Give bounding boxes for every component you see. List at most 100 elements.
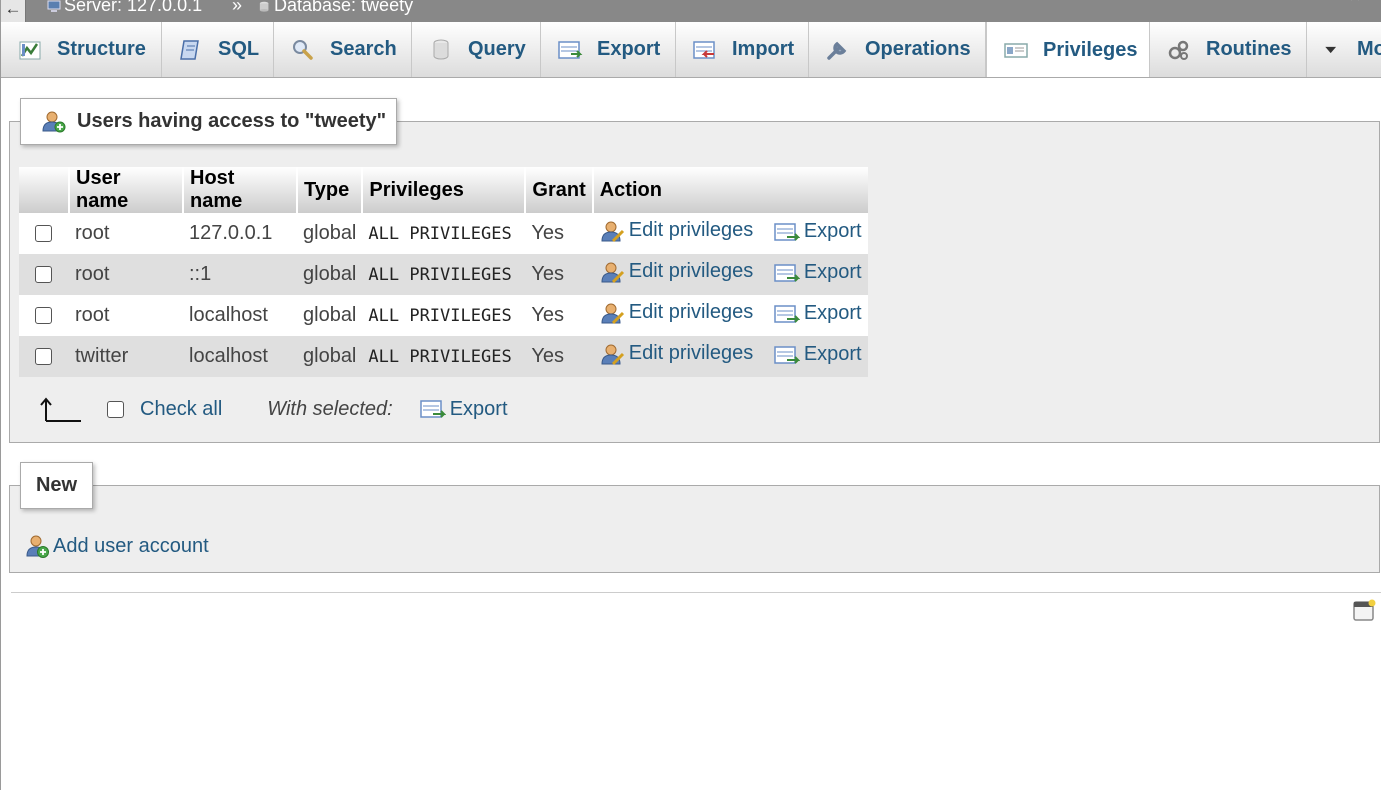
tab-operations[interactable]: Operations <box>809 22 986 77</box>
privileges-cell: ALL PRIVILEGES <box>362 336 526 377</box>
row-checkbox[interactable] <box>35 307 52 325</box>
breadcrumb-server-label: Server: 127.0.0.1 <box>64 0 203 15</box>
import-icon <box>693 40 715 59</box>
privileges-cell: ALL PRIVILEGES <box>362 254 526 295</box>
column-header-type: Type <box>297 167 364 213</box>
export-link[interactable]: Export <box>774 220 862 243</box>
select-column-header <box>19 167 70 213</box>
column-header-host-name: Host name <box>183 167 298 213</box>
export-label: Export <box>803 220 862 242</box>
user-name-cell: twitter <box>69 336 183 377</box>
breadcrumb-database[interactable]: Database: tweety <box>259 0 414 15</box>
query-icon <box>433 39 449 59</box>
table-row: twitter localhost global ALL PRIVILEGES … <box>19 336 868 377</box>
export-icon <box>774 222 800 241</box>
export-label: Export <box>803 261 862 283</box>
back-arrow-icon[interactable]: ← <box>1 0 26 22</box>
tab-routines[interactable]: Routines <box>1150 22 1307 77</box>
type-cell: global <box>297 336 363 377</box>
privileges-icon <box>1004 43 1028 58</box>
edit-privileges-link[interactable]: Edit privileges <box>599 260 754 284</box>
table-row: root 127.0.0.1 global ALL PRIVILEGES Yes… <box>19 213 868 254</box>
edit-privileges-label: Edit privileges <box>628 301 754 323</box>
tab-sql[interactable]: SQL <box>162 22 274 77</box>
add-user-account-label: Add user account <box>53 534 209 557</box>
users-legend: Users having access to "tweety" <box>20 98 397 145</box>
edit-privileges-label: Edit privileges <box>628 342 754 364</box>
export-icon <box>774 304 800 323</box>
tab-search[interactable]: Search <box>274 22 412 77</box>
breadcrumb: ← Server: 127.0.0.1 » Database: tweety ⌃ <box>1 0 1381 22</box>
row-checkbox[interactable] <box>35 266 52 284</box>
tab-structure[interactable]: Structure <box>1 22 162 77</box>
edit-privileges-label: Edit privileges <box>628 219 754 241</box>
edit-user-icon <box>601 303 624 324</box>
users-table: User name Host name Type Privileges Gran… <box>19 167 868 377</box>
add-user-icon <box>26 535 49 558</box>
add-user-account-link[interactable]: Add user account <box>26 533 209 559</box>
edit-privileges-link[interactable]: Edit privileges <box>599 342 754 366</box>
column-header-action: Action <box>592 167 868 213</box>
breadcrumb-database-label: Database: tweety <box>274 0 414 15</box>
breadcrumb-server[interactable]: Server: 127.0.0.1 <box>47 0 203 15</box>
table-header-row: User name Host name Type Privileges Gran… <box>19 167 868 213</box>
collapse-icon[interactable]: ⌃ <box>1346 0 1364 15</box>
privileges-cell: ALL PRIVILEGES <box>362 213 526 254</box>
user-name-cell: root <box>69 213 183 254</box>
export-link[interactable]: Export <box>774 261 862 284</box>
edit-user-icon <box>601 344 624 365</box>
host-name-cell: localhost <box>183 336 297 377</box>
check-all-link[interactable]: Check all <box>140 398 222 421</box>
database-icon <box>259 1 269 12</box>
table-row: root ::1 global ALL PRIVILEGES Yes Edit … <box>19 254 868 295</box>
action-cell: Edit privileges Export <box>592 213 868 254</box>
search-icon <box>293 39 313 60</box>
with-selected-label: With selected: <box>267 397 393 420</box>
edit-privileges-link[interactable]: Edit privileges <box>599 301 754 325</box>
edit-user-icon <box>601 221 624 242</box>
row-checkbox[interactable] <box>35 348 52 366</box>
bulk-export-button[interactable]: Export <box>419 397 508 421</box>
grant-cell: Yes <box>525 254 593 295</box>
tab-query[interactable]: Query <box>412 22 541 77</box>
column-header-user-name: User name <box>69 167 184 213</box>
export-link[interactable]: Export <box>774 302 862 325</box>
type-cell: global <box>297 295 363 336</box>
type-cell: global <box>297 213 363 254</box>
wrench-icon <box>827 41 847 60</box>
bulk-export-label: Export <box>449 397 508 420</box>
breadcrumb-separator: » <box>232 0 243 15</box>
edit-privileges-link[interactable]: Edit privileges <box>599 219 754 243</box>
action-cell: Edit privileges Export <box>592 254 868 295</box>
export-icon <box>774 345 800 364</box>
new-legend: New <box>20 462 93 509</box>
tab-export[interactable]: Export <box>541 22 676 77</box>
export-icon <box>774 263 800 282</box>
check-all-checkbox[interactable] <box>107 400 124 418</box>
export-icon <box>419 400 446 418</box>
tab-import[interactable]: Import <box>676 22 809 77</box>
row-select-cell <box>19 295 69 336</box>
row-select-cell <box>19 254 69 295</box>
tab-privileges[interactable]: Privileges <box>986 22 1150 77</box>
divider <box>11 592 1381 593</box>
new-fieldset <box>9 485 1380 573</box>
row-select-cell <box>19 213 69 254</box>
export-icon <box>558 40 583 59</box>
action-cell: Edit privileges Export <box>592 336 868 377</box>
chevron-down-icon <box>1325 46 1337 53</box>
column-header-grant: Grant <box>525 167 594 213</box>
tab-more[interactable]: Mo <box>1307 22 1381 77</box>
edit-user-icon <box>601 262 624 283</box>
server-icon <box>47 0 61 12</box>
row-checkbox[interactable] <box>35 225 52 243</box>
edit-privileges-label: Edit privileges <box>628 260 754 282</box>
user-name-cell: root <box>69 254 183 295</box>
export-link[interactable]: Export <box>774 343 862 366</box>
type-cell: global <box>297 254 363 295</box>
console-icon[interactable] <box>1352 599 1376 623</box>
column-header-privileges: Privileges <box>362 167 527 213</box>
export-label: Export <box>803 302 862 324</box>
host-name-cell: localhost <box>183 295 297 336</box>
users-icon <box>42 111 66 132</box>
